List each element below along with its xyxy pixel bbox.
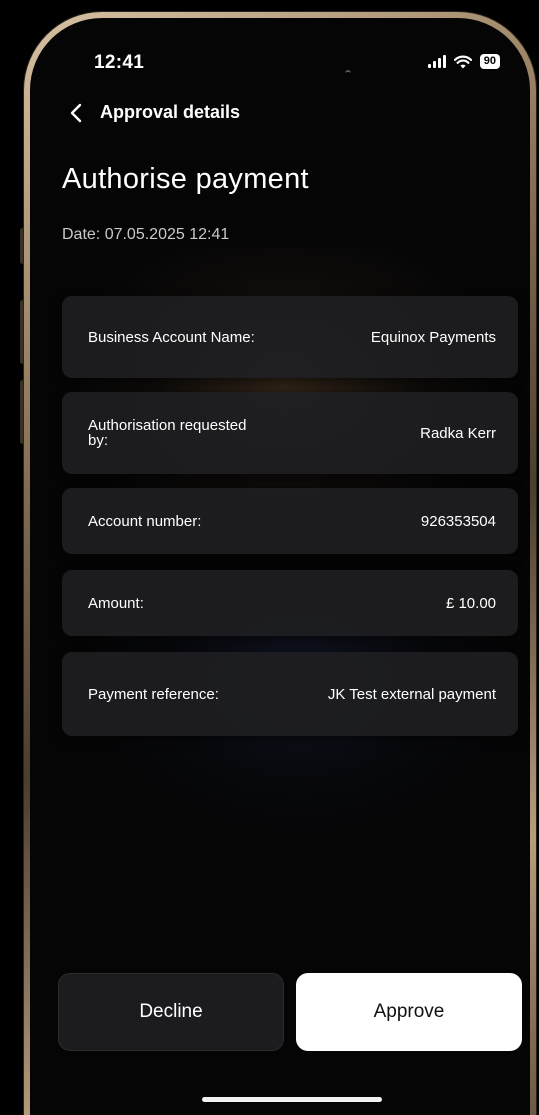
- screenshot-stage: 12:41 90 Approval details Authorise paym…: [0, 0, 539, 1115]
- cellular-signal-icon: [427, 55, 446, 68]
- detail-label: Amount:: [88, 594, 144, 612]
- detail-value: JK Test external payment: [327, 685, 496, 703]
- phone-screen: 12:41 90 Approval details Authorise paym…: [30, 18, 530, 1115]
- nav-title: Approval details: [100, 102, 241, 122]
- battery-icon: 90: [479, 54, 500, 69]
- detail-label: Business Account Name:: [88, 328, 255, 346]
- status-time: 12:41: [94, 52, 145, 73]
- status-icons: 90: [427, 54, 500, 69]
- detail-row-requested-by: Authorisation requested by: Radka Kerr: [62, 392, 518, 474]
- status-bar: 12:41 90: [30, 18, 530, 108]
- wifi-icon: [453, 55, 472, 68]
- detail-row-amount: Amount: £ 10.00: [62, 570, 518, 636]
- home-indicator[interactable]: [202, 1097, 382, 1102]
- front-camera-indicator: [345, 70, 351, 76]
- detail-row-account-number: Account number: 926353504: [62, 488, 518, 554]
- approve-button[interactable]: Approve: [296, 973, 522, 1051]
- detail-label: Authorisation requested by:: [88, 417, 247, 449]
- date-prefix: Date:: [62, 226, 105, 243]
- detail-value: 926353504: [420, 512, 496, 530]
- decline-button[interactable]: Decline: [58, 973, 284, 1051]
- page-title: Authorise payment: [62, 163, 309, 195]
- detail-label: Account number:: [88, 512, 202, 530]
- phone-frame: 12:41 90 Approval details Authorise paym…: [24, 12, 536, 1115]
- approval-date: Date: 07.05.2025 12:41: [62, 226, 229, 244]
- navigation-bar: Approval details: [66, 102, 240, 123]
- chevron-left-icon[interactable]: [66, 103, 86, 123]
- detail-value: Equinox Payments: [370, 328, 496, 346]
- detail-row-payment-reference: Payment reference: JK Test external paym…: [62, 652, 518, 736]
- detail-value: £ 10.00: [445, 594, 496, 612]
- detail-value: Radka Kerr: [420, 424, 496, 442]
- date-value: 07.05.2025 12:41: [104, 226, 230, 243]
- detail-row-business-account-name: Business Account Name: Equinox Payments: [62, 296, 518, 378]
- detail-label: Payment reference:: [88, 685, 219, 703]
